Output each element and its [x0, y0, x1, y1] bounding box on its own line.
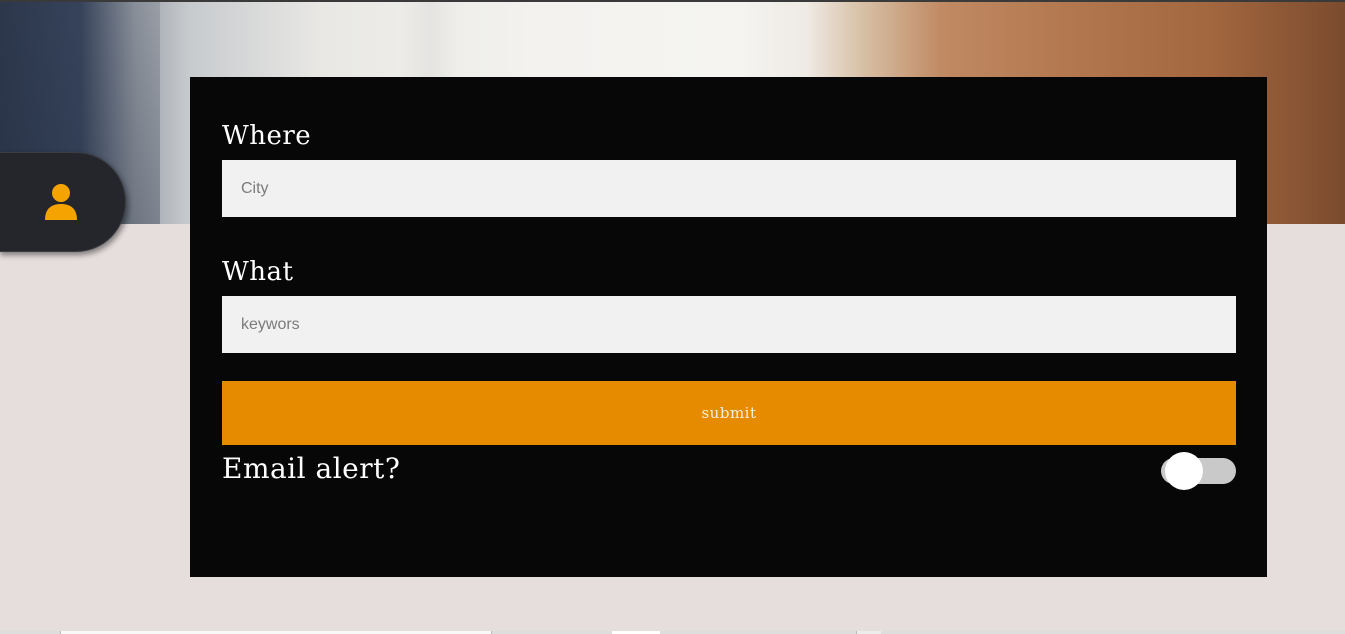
- submit-button[interactable]: submit: [222, 381, 1236, 445]
- city-input[interactable]: [222, 160, 1236, 217]
- user-account-button[interactable]: [0, 152, 126, 252]
- user-icon: [44, 182, 78, 222]
- search-form-panel: Where What submit Email alert?: [190, 77, 1267, 577]
- window-top-border: [0, 0, 1345, 2]
- email-alert-label: Email alert?: [222, 452, 401, 485]
- email-alert-toggle[interactable]: [1161, 452, 1236, 490]
- toggle-knob: [1165, 452, 1203, 490]
- what-label: What: [222, 257, 294, 287]
- where-label: Where: [222, 121, 312, 151]
- keywords-input[interactable]: [222, 296, 1236, 353]
